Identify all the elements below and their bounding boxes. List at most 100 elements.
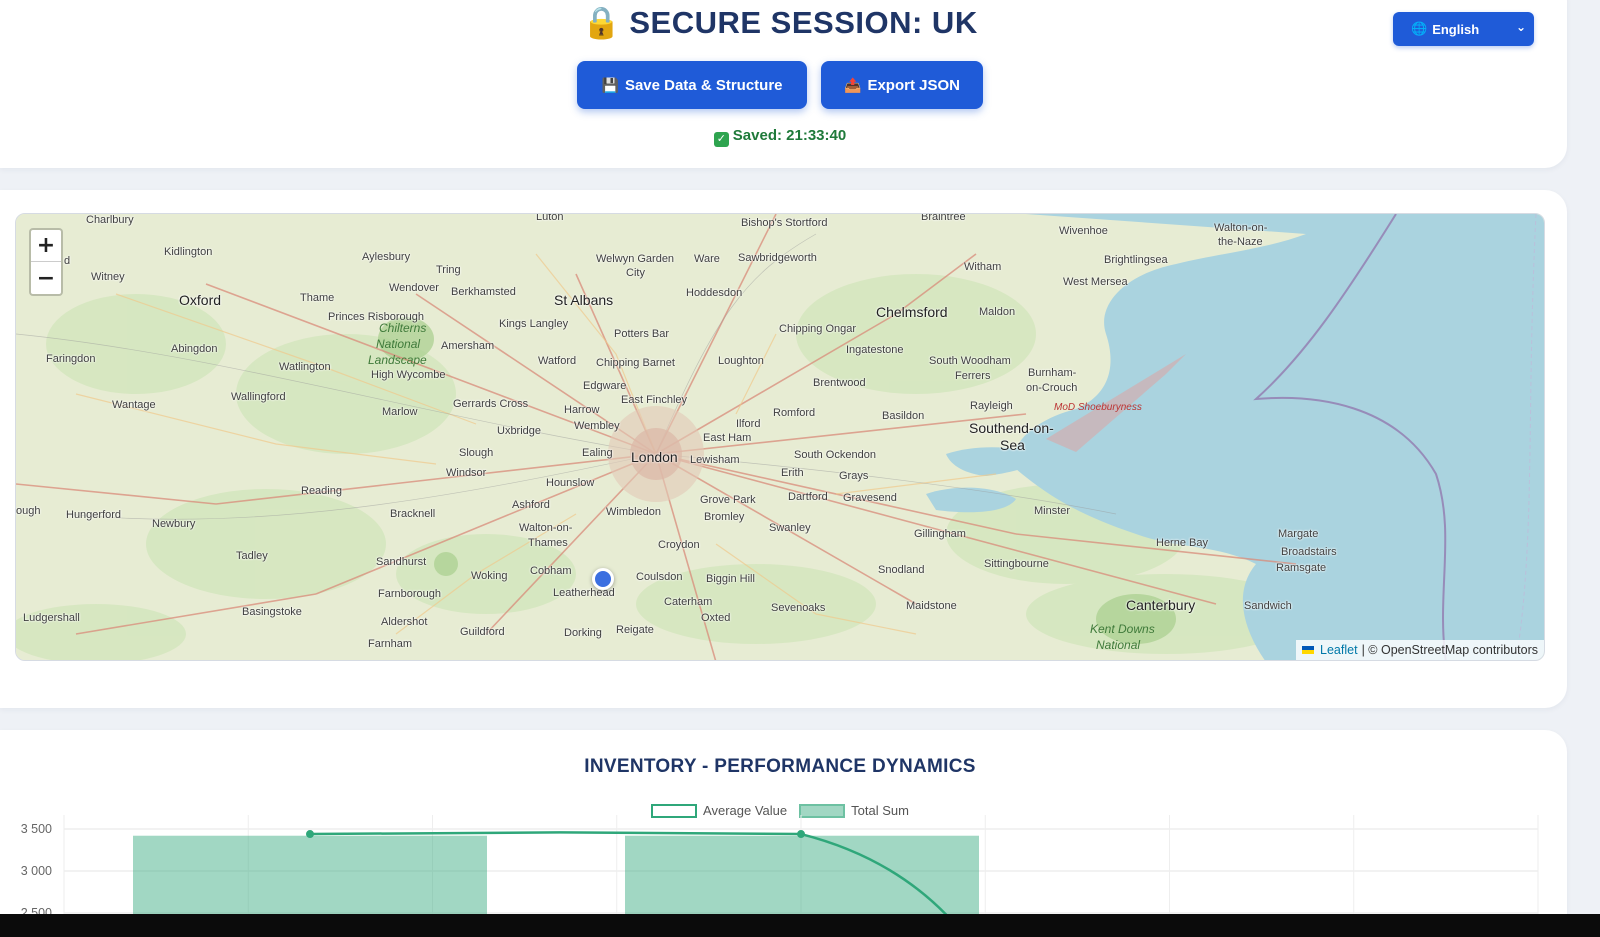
map-label-wimbledon: Wimbledon bbox=[606, 506, 662, 518]
map-label-wembley: Wembley bbox=[574, 420, 620, 432]
map-label-luton: Luton bbox=[536, 213, 564, 223]
map-label-kings-langley: Kings Langley bbox=[499, 318, 569, 330]
map-label-sevenoaks: Sevenoaks bbox=[771, 602, 826, 614]
chart-title: INVENTORY - PERFORMANCE DYNAMICS bbox=[584, 756, 976, 777]
map-label-romford: Romford bbox=[773, 407, 816, 419]
zoom-in-button[interactable]: + bbox=[31, 230, 61, 262]
map-label-braintree: Braintree bbox=[921, 213, 966, 223]
map-label-broadstairs: Broadstairs bbox=[1281, 546, 1337, 558]
map-label-kent-downs-national: National bbox=[1096, 638, 1141, 652]
map-label-east-ham: East Ham bbox=[703, 432, 752, 444]
map-label-aldershot: Aldershot bbox=[381, 616, 428, 628]
page-title-text: SECURE SESSION: UK bbox=[629, 5, 978, 40]
bar-total-sum bbox=[133, 835, 487, 915]
map-label-thame: Thame bbox=[300, 292, 335, 304]
map-label-southend: Southend-on- bbox=[969, 420, 1054, 436]
map-label-potters-bar: Potters Bar bbox=[614, 328, 670, 340]
globe-icon: 🌐 bbox=[1411, 21, 1428, 36]
map-label-sittingbourne: Sittingbourne bbox=[984, 558, 1049, 570]
bottom-bar bbox=[0, 914, 1600, 937]
osm-attribution-text: | © OpenStreetMap contributors bbox=[1361, 643, 1538, 657]
map-label-ashford: Ashford bbox=[512, 499, 550, 511]
map-view[interactable]: London Chelmsford Oxford Southend-on- Se… bbox=[15, 213, 1545, 661]
map-label-south-ockendon: South Ockendon bbox=[794, 449, 876, 461]
map-label-edge-fragment: ough bbox=[16, 505, 41, 517]
chart-plot: 3 5003 0002 500 bbox=[21, 815, 1539, 915]
map-label-watlington: Watlington bbox=[279, 361, 331, 373]
map-label-london: London bbox=[631, 449, 678, 465]
map-label-dartford: Dartford bbox=[788, 491, 828, 503]
map-label-ludgershall: Ludgershall bbox=[23, 612, 80, 624]
map-label-burnham: Burnham- bbox=[1028, 367, 1077, 379]
map-label-east-finchley: East Finchley bbox=[621, 394, 688, 406]
map-label-chilterns: Chilterns bbox=[379, 321, 427, 335]
map-label-witney: Witney bbox=[91, 271, 125, 283]
map-label-witham: Witham bbox=[964, 261, 1002, 273]
map-label-uxbridge: Uxbridge bbox=[497, 425, 542, 437]
map-label-kidlington: Kidlington bbox=[164, 246, 213, 258]
map-label-sandwich: Sandwich bbox=[1244, 600, 1292, 612]
point-average-value bbox=[797, 830, 805, 839]
map-label-amersham: Amersham bbox=[441, 340, 495, 352]
map-label-minster: Minster bbox=[1034, 505, 1071, 517]
map-label-croydon: Croydon bbox=[658, 539, 700, 551]
map-label-caterham: Caterham bbox=[664, 596, 713, 608]
map-label-brightlingsea: Brightlingsea bbox=[1104, 254, 1168, 266]
map-label-oxted: Oxted bbox=[701, 612, 731, 624]
map-label-wivenhoe: Wivenhoe bbox=[1059, 225, 1108, 237]
map-label-west-mersea: West Mersea bbox=[1063, 276, 1128, 288]
map-label-on-crouch: on-Crouch bbox=[1026, 382, 1078, 394]
map-label-ferrers: Ferrers bbox=[955, 370, 991, 382]
map-label-reading: Reading bbox=[301, 485, 342, 497]
map-label-tadley: Tadley bbox=[236, 550, 268, 562]
map-label-walton-on-naze: Walton-on- bbox=[1214, 222, 1268, 234]
map-label-wantage: Wantage bbox=[112, 399, 156, 411]
map-label-chilterns-landscape: Landscape bbox=[368, 353, 427, 367]
map-label-basingstoke: Basingstoke bbox=[242, 606, 302, 618]
map-label-maidstone: Maidstone bbox=[906, 600, 957, 612]
leaflet-link[interactable]: Leaflet bbox=[1320, 643, 1358, 657]
outbox-tray-icon: 📤 bbox=[844, 76, 862, 93]
y-tick-label: 3 000 bbox=[21, 864, 52, 878]
saved-status: ✓ Saved: 21:33:40 bbox=[0, 127, 1560, 147]
map-label-charlbury: Charlbury bbox=[86, 214, 134, 226]
map-label-welwyn: Welwyn Garden bbox=[596, 253, 675, 265]
map-label-kent-downs: Kent Downs bbox=[1090, 622, 1155, 636]
map-label-bromley: Bromley bbox=[704, 511, 745, 523]
map-label-wallingford: Wallingford bbox=[231, 391, 286, 403]
map-label-hounslow: Hounslow bbox=[546, 477, 595, 489]
map-label-gravesend: Gravesend bbox=[843, 492, 897, 504]
map-label-canterbury: Canterbury bbox=[1126, 597, 1196, 613]
map-label-swanley: Swanley bbox=[769, 522, 811, 534]
map-label-maldon: Maldon bbox=[979, 306, 1016, 318]
map-label-faringdon: Faringdon bbox=[46, 353, 96, 365]
export-json-button[interactable]: 📤 Export JSON bbox=[821, 61, 983, 109]
map-label-ilford: Ilford bbox=[736, 418, 761, 430]
map-label-ingatestone: Ingatestone bbox=[846, 344, 904, 356]
save-data-button[interactable]: 💾 Save Data & Structure bbox=[577, 61, 807, 109]
map-label-ware: Ware bbox=[694, 253, 720, 265]
map-label-newbury: Newbury bbox=[152, 518, 196, 530]
map-label-windsor: Windsor bbox=[446, 467, 487, 479]
map-label-snodland: Snodland bbox=[878, 564, 925, 576]
map-attribution: Leaflet | © OpenStreetMap contributors bbox=[1296, 640, 1544, 660]
location-marker[interactable] bbox=[592, 568, 614, 590]
map-label-tring: Tring bbox=[436, 264, 461, 276]
map-label-gillingham: Gillingham bbox=[914, 528, 966, 540]
map-label-reigate: Reigate bbox=[616, 624, 654, 636]
map-label-slough: Slough bbox=[459, 447, 494, 459]
map-label-berkhamsted: Berkhamsted bbox=[451, 286, 516, 298]
map-label-the-naze: the-Naze bbox=[1218, 236, 1263, 248]
save-data-label: Save Data & Structure bbox=[624, 76, 783, 94]
language-select[interactable]: 🌐 English ⌄ bbox=[1393, 12, 1534, 46]
bar-total-sum bbox=[625, 835, 979, 915]
map-label-loughton: Loughton bbox=[718, 355, 764, 367]
map-label-southend-sea: Sea bbox=[1000, 437, 1025, 453]
map-label-edge-letter: d bbox=[64, 255, 71, 267]
lock-icon: 🔒 bbox=[582, 5, 622, 40]
zoom-control: + − bbox=[29, 228, 63, 296]
map-label-grove-park: Grove Park bbox=[700, 494, 756, 506]
map-label-edgware: Edgware bbox=[583, 380, 627, 392]
map-label-st-albans: St Albans bbox=[554, 292, 614, 308]
zoom-out-button[interactable]: − bbox=[31, 262, 61, 294]
